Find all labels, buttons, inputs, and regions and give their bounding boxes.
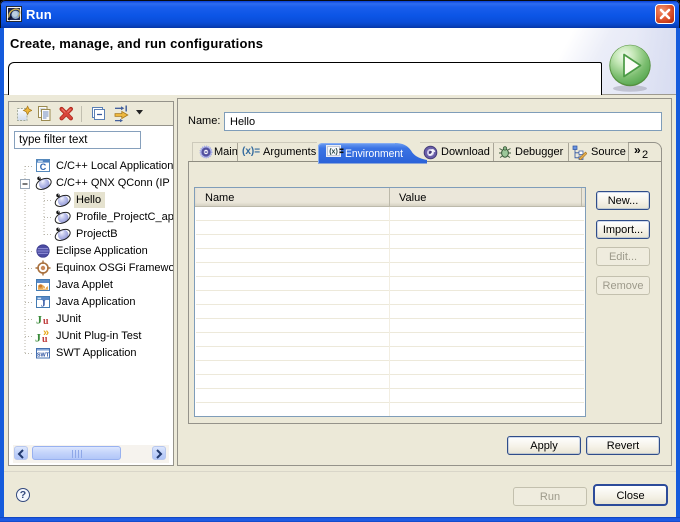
svg-text:(x): (x)	[329, 149, 338, 156]
svg-text:C: C	[40, 162, 47, 172]
svg-text:J: J	[35, 331, 41, 345]
svg-text:J: J	[43, 282, 47, 291]
svg-text:SWT: SWT	[37, 353, 50, 359]
svg-text:»: »	[43, 328, 49, 339]
svg-text:J: J	[41, 300, 46, 310]
svg-text:u: u	[43, 316, 49, 327]
svg-text:Environment: Environment	[345, 148, 403, 160]
svg-text:J: J	[36, 313, 42, 327]
